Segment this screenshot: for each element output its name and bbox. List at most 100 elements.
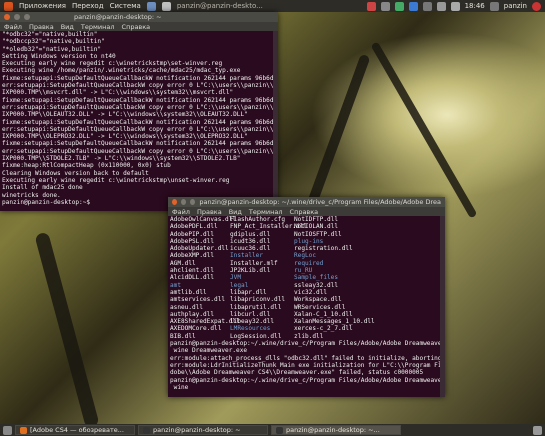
terminal-output[interactable]: "*odbc32"="native,builtin" "*odbccp32"="n… — [0, 31, 278, 206]
file-entry: BIB.dll — [170, 332, 196, 340]
menu-view[interactable]: Вид — [61, 23, 74, 31]
terminal-line: panzin@panzin-desktop:~/.wine/drive_c/Pr… — [170, 340, 445, 348]
file-entry — [368, 231, 445, 238]
terminal-menubar: Файл Правка Вид Терминал Справка — [0, 22, 278, 31]
file-entry: Xalan-C_1_10.dll — [294, 310, 353, 318]
menu-edit[interactable]: Правка — [29, 23, 54, 31]
window-title: panzin@panzin-desktop: ~/.wine/drive_c/P… — [199, 198, 441, 206]
menu-view[interactable]: Вид — [229, 208, 242, 216]
terminal-output[interactable]: panzin@panzin-desktop:~/.wine/drive_c/Pr… — [168, 340, 445, 391]
terminal-line: "*odbccp32"="native,builtin" — [2, 38, 105, 46]
top-panel: Приложения Переход Система panzin@panzin… — [0, 0, 545, 12]
menu-places[interactable]: Переход — [72, 2, 104, 10]
scrollbar[interactable] — [440, 216, 445, 397]
close-icon[interactable] — [4, 14, 10, 20]
show-desktop-icon[interactable] — [3, 425, 12, 435]
file-entry: legal — [230, 281, 249, 289]
file-entry: libeay32.dll — [230, 318, 275, 326]
menu-help[interactable]: Справка — [290, 208, 319, 216]
file-entry: icudt36.dll — [230, 237, 271, 245]
terminal-line: Clearing Windows version back to default — [2, 169, 149, 177]
file-entry — [368, 238, 445, 245]
file-entry: libaprutil.dll — [230, 303, 282, 311]
terminal-line: fixme:setupapi:SetupDefaultQueueCallback… — [2, 74, 278, 82]
file-entry: Workspace.dll — [294, 296, 342, 304]
file-entry — [368, 318, 445, 325]
file-entry: amt — [170, 281, 182, 289]
mail-icon[interactable] — [489, 1, 499, 11]
taskbar-item-label: [Adobe CS4 — обозревате... — [30, 426, 124, 434]
file-entry: Sample_files — [294, 274, 339, 282]
active-window-title[interactable]: panzin@panzin-deskto... — [177, 2, 263, 10]
file-entry: AdobePDFL.dll — [170, 223, 218, 231]
terminal-window-2[interactable]: panzin@panzin-desktop: ~/.wine/drive_c/P… — [168, 197, 445, 397]
file-entry: AdobePSL.dll — [170, 237, 215, 245]
file-entry: NotIDFTP.dll — [294, 216, 339, 223]
file-entry: libapriconv.dll — [230, 296, 286, 304]
file-entry — [368, 274, 445, 281]
wallpaper-glow — [300, 25, 545, 205]
file-entry — [368, 245, 445, 252]
menu-file[interactable]: Файл — [4, 23, 22, 31]
file-entry: NotIOSFTP.dll — [294, 230, 342, 238]
file-entry: ssleay32.dll — [294, 281, 339, 289]
file-entry: AlcidDLL.dll — [170, 274, 215, 282]
scrollbar[interactable] — [273, 31, 278, 211]
file-entry: asneu.dll — [170, 303, 204, 311]
trash-icon[interactable] — [533, 425, 542, 435]
firefox-icon[interactable] — [146, 1, 156, 11]
power-icon[interactable] — [532, 1, 541, 11]
file-entry: libcurl.dll — [230, 310, 271, 318]
file-entry: WRServices.dll — [294, 303, 346, 311]
file-entry — [368, 267, 445, 274]
file-entry — [368, 252, 445, 259]
menu-terminal[interactable]: Терминал — [81, 23, 115, 31]
minimize-icon[interactable] — [14, 14, 20, 20]
applet-icon[interactable] — [394, 1, 404, 11]
terminal-window-1[interactable]: panzin@panzin-desktop: ~ Файл Правка Вид… — [0, 12, 278, 211]
file-entry: FlashAuthor.cfg — [230, 216, 286, 223]
terminal-line: IXP000.TMP\\msvcrt.dll" -> L"C:\\windows… — [2, 89, 234, 97]
taskbar-item-terminal-1[interactable]: panzin@panzin-desktop: ~ — [138, 425, 268, 435]
volume-icon[interactable] — [450, 1, 460, 11]
applet-icon[interactable] — [380, 1, 390, 11]
terminal-line: panzin@panzin-desktop:~/.wine/drive_c/Pr… — [170, 376, 445, 384]
taskbar-item-browser[interactable]: [Adobe CS4 — обозревате... — [15, 425, 135, 435]
user-name[interactable]: panzin — [504, 2, 527, 10]
file-entry: LogSession.dll — [230, 332, 282, 340]
terminal-line: "*oledb32"="native,builtin" — [2, 45, 102, 53]
close-icon[interactable] — [172, 199, 178, 205]
maximize-icon[interactable] — [190, 199, 196, 205]
file-entry: amtlib.dll — [170, 288, 207, 296]
applet-icon[interactable] — [408, 1, 418, 11]
network-icon[interactable] — [436, 1, 446, 11]
applet-icon[interactable] — [366, 1, 376, 11]
terminal-line: fixme:setupapi:SetupDefaultQueueCallback… — [2, 118, 278, 126]
window-titlebar[interactable]: panzin@panzin-desktop: ~ — [0, 12, 278, 22]
menu-help[interactable]: Справка — [122, 23, 151, 31]
menu-edit[interactable]: Правка — [197, 208, 222, 216]
taskbar-item-terminal-2[interactable]: panzin@panzin-desktop: ~... — [271, 425, 401, 435]
terminal-line: err:setupapi:SetupDefaultQueueCallbackW … — [2, 82, 278, 90]
maximize-icon[interactable] — [24, 14, 30, 20]
menu-file[interactable]: Файл — [172, 208, 190, 216]
ubuntu-logo-icon[interactable] — [4, 1, 13, 11]
terminal-line: dobe\\Adobe Dreamweaver CS4\\Dreamweaver… — [170, 369, 424, 377]
menu-applications[interactable]: Приложения — [19, 2, 66, 10]
file-entry: icuuc36.dll — [230, 245, 271, 253]
file-entry: AXE8SharedExpat.dll — [170, 318, 240, 326]
workspace-switcher[interactable] — [521, 426, 530, 435]
menu-terminal[interactable]: Терминал — [249, 208, 283, 216]
terminal-line: err:setupapi:SetupDefaultQueueCallbackW … — [2, 103, 278, 111]
file-entry — [368, 216, 445, 223]
window-titlebar[interactable]: panzin@panzin-desktop: ~/.wine/drive_c/P… — [168, 197, 445, 207]
clock[interactable]: 18:46 — [465, 2, 485, 10]
terminal-launcher-icon[interactable] — [161, 1, 171, 11]
menu-system[interactable]: Система — [110, 2, 141, 10]
applet-icon[interactable] — [422, 1, 432, 11]
minimize-icon[interactable] — [181, 199, 187, 205]
terminal-line: Executing early wine regedit c:\winetric… — [2, 60, 223, 68]
taskbar-item-label: panzin@panzin-desktop: ~... — [286, 426, 380, 434]
wallpaper-trunk — [34, 231, 100, 429]
terminal-line: IXP000.TMP\\OLEAUT32.DLL" -> L"C:\\windo… — [2, 111, 248, 119]
